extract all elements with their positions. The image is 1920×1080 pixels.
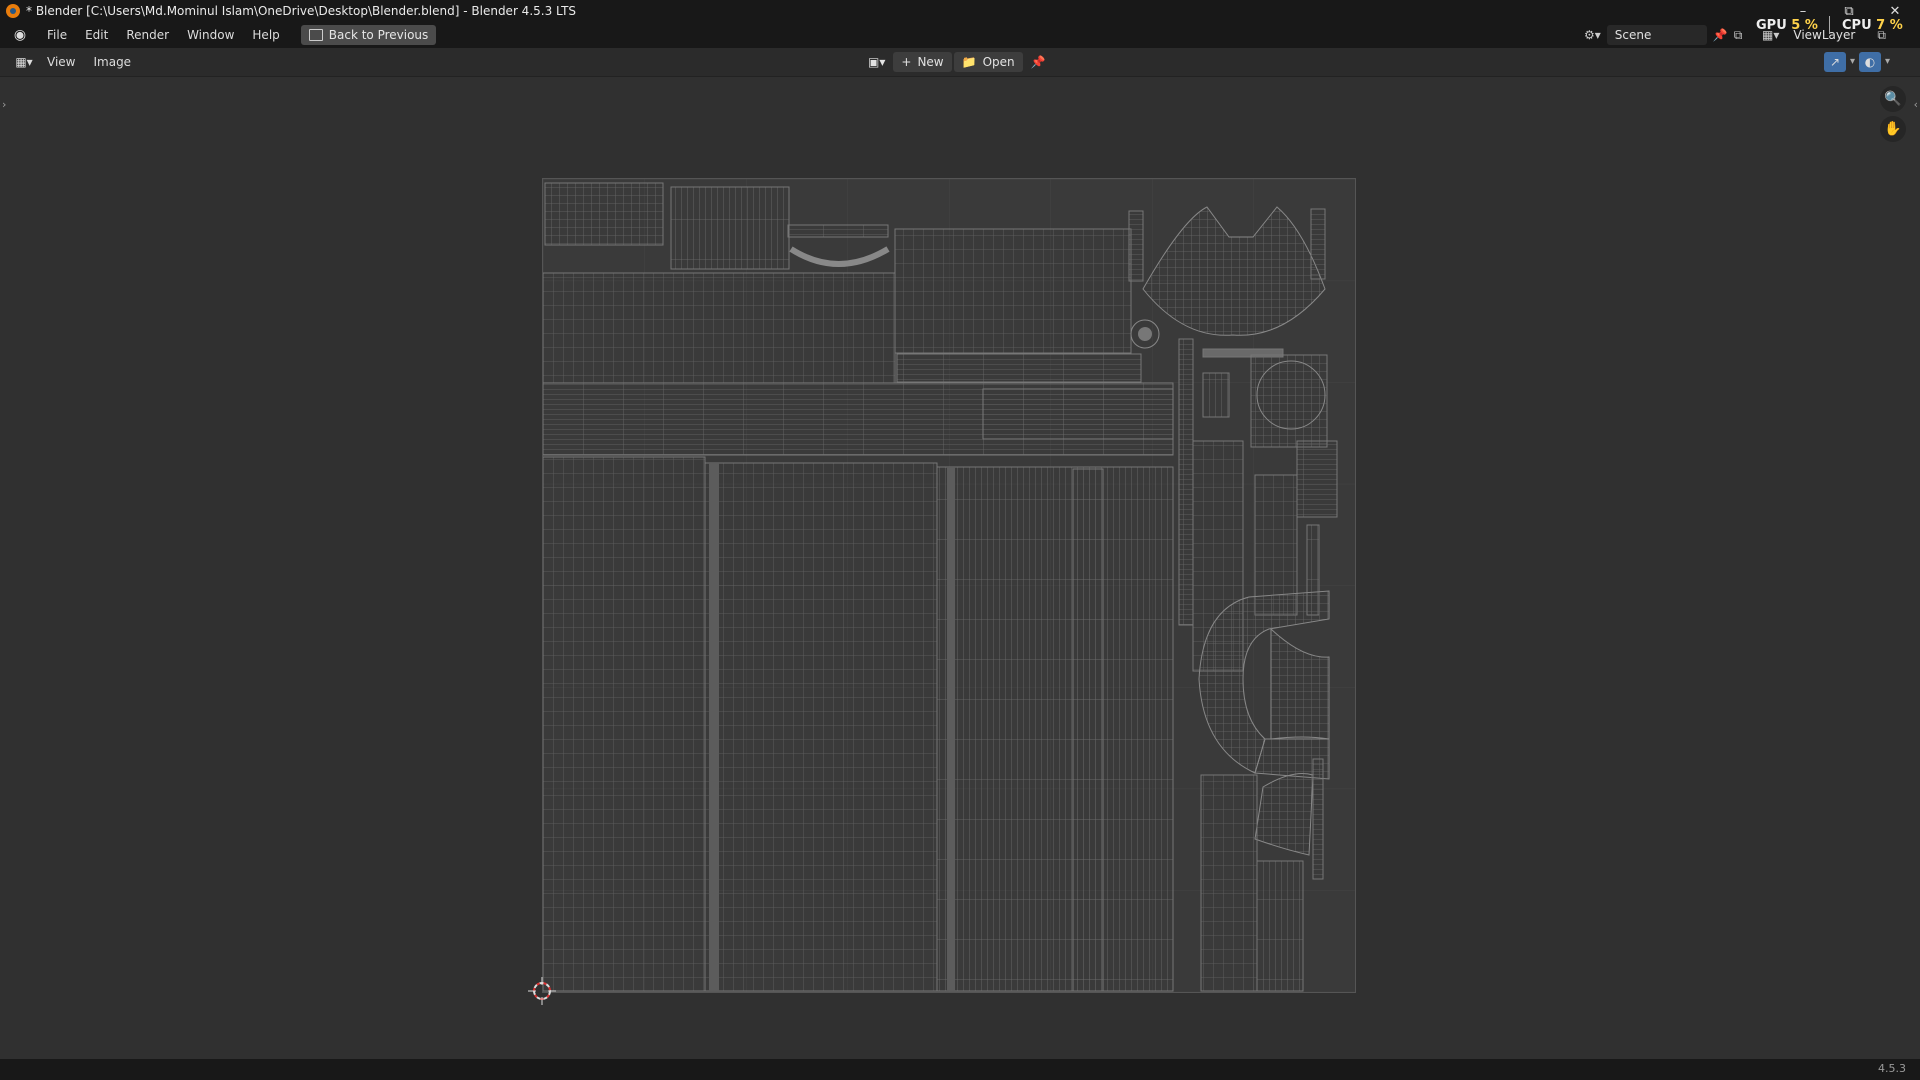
- image-tools: ▣▾ + New 📁 Open 📌: [862, 52, 1052, 72]
- pin-image-button[interactable]: 📌: [1025, 52, 1052, 72]
- image-browse-icon: ▣▾: [868, 55, 886, 69]
- gizmo-icon: ↗: [1829, 55, 1841, 69]
- blender-logo-icon[interactable]: ◉: [10, 25, 30, 45]
- scene-icon: ⚙▾: [1584, 28, 1601, 42]
- new-image-label: New: [917, 55, 944, 69]
- scene-name: Scene: [1614, 28, 1652, 42]
- overlays-toggle[interactable]: ◐: [1859, 52, 1882, 72]
- open-image-label: Open: [982, 55, 1015, 69]
- cpu-stat: CPU 7 %: [1842, 18, 1903, 33]
- new-image-button[interactable]: + New: [893, 52, 952, 72]
- window-title: * Blender [C:\Users\Md.Mominul Islam\One…: [26, 4, 577, 18]
- gpu-label: GPU: [1756, 18, 1787, 33]
- menu-render[interactable]: Render: [117, 22, 178, 48]
- toolbar-expand-icon[interactable]: ›: [2, 98, 6, 111]
- gpu-value: 5 %: [1791, 18, 1818, 33]
- back-to-previous-label: Back to Previous: [328, 28, 429, 42]
- folder-icon: 📁: [961, 55, 977, 69]
- uv-grid-canvas[interactable]: [542, 178, 1356, 993]
- image-editor-header: ▦▾ View Image ▣▾ + New 📁 Open 📌 ↗ ▾ ◐ ▾: [0, 48, 1920, 77]
- menu-image[interactable]: Image: [84, 49, 140, 75]
- blender-app-icon: [6, 4, 20, 18]
- pin-icon: 📌: [1030, 55, 1046, 69]
- scene-selector[interactable]: ⚙▾ Scene 📌 ⧉: [1584, 25, 1742, 45]
- overlay-tools: ↗ ▾ ◐ ▾: [1824, 52, 1890, 72]
- back-to-previous-button[interactable]: Back to Previous: [300, 25, 437, 45]
- open-image-button[interactable]: 📁 Open: [953, 52, 1023, 72]
- plus-icon: +: [901, 55, 912, 69]
- stat-divider: [1829, 16, 1830, 34]
- status-bar: 4.5.3: [0, 1059, 1920, 1080]
- menu-help[interactable]: Help: [243, 22, 288, 48]
- pin-scene-icon[interactable]: 📌: [1713, 28, 1728, 42]
- sidebar-expand-icon[interactable]: ‹: [1914, 98, 1918, 111]
- menu-window[interactable]: Window: [178, 22, 243, 48]
- gpu-stat: GPU 5 %: [1756, 18, 1818, 33]
- zoom-icon[interactable]: 🔍: [1880, 86, 1906, 112]
- 2d-cursor-icon[interactable]: [528, 977, 556, 1005]
- uv-wireframe: [543, 179, 1355, 992]
- cpu-label: CPU: [1842, 18, 1872, 33]
- gizmo-toggle[interactable]: ↗: [1824, 52, 1846, 72]
- image-editor-icon: ▦▾: [15, 55, 33, 69]
- editor-type-dropdown[interactable]: ▦▾: [10, 52, 38, 72]
- browse-image-dropdown[interactable]: ▣▾: [862, 52, 891, 72]
- version-label: 4.5.3: [1878, 1062, 1906, 1075]
- new-scene-icon[interactable]: ⧉: [1734, 28, 1743, 43]
- cpu-value: 7 %: [1876, 18, 1903, 33]
- gizmo-dropdown-icon[interactable]: ▾: [1850, 52, 1855, 72]
- overlays-icon: ◐: [1864, 55, 1876, 69]
- back-screen-icon: [308, 29, 323, 41]
- menu-edit[interactable]: Edit: [76, 22, 117, 48]
- window-titlebar: * Blender [C:\Users\Md.Mominul Islam\One…: [0, 0, 1920, 22]
- scene-field[interactable]: Scene: [1606, 25, 1707, 45]
- pan-hand-icon[interactable]: ✋: [1880, 116, 1906, 142]
- overlays-dropdown-icon[interactable]: ▾: [1885, 52, 1890, 72]
- menu-view[interactable]: View: [38, 49, 84, 75]
- menu-file[interactable]: File: [38, 22, 76, 48]
